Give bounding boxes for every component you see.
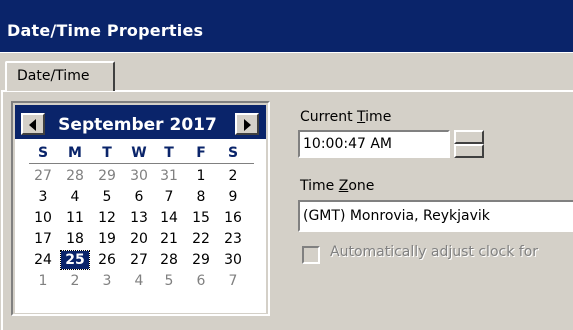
auto-adjust-checkbox[interactable] [302,246,320,264]
calendar-day[interactable]: 28 [155,251,183,269]
calendar-day[interactable]: 6 [125,188,153,206]
calendar-day[interactable]: 19 [93,230,121,248]
calendar-day[interactable]: 30 [219,251,247,269]
calendar-day[interactable]: 18 [61,230,89,248]
calendar-day[interactable]: 26 [93,251,121,269]
time-value: 10:00:47 AM [303,136,392,152]
calendar-day[interactable]: 10 [29,209,57,227]
calendar-day[interactable]: 16 [219,209,247,227]
calendar-day[interactable]: 6 [187,272,215,290]
time-zone-value: (GMT) Monrovia, Reykjavik [303,208,490,224]
month-label: September 2017 [58,115,217,135]
weekday-header: M [68,145,82,161]
tab-date-time[interactable]: Date/Time [5,61,115,91]
calendar-day[interactable]: 3 [93,272,121,290]
calendar-day[interactable]: 1 [29,272,57,290]
time-spin-up-button[interactable] [454,130,484,144]
calendar-day[interactable]: 12 [93,209,121,227]
calendar-day[interactable]: 8 [187,188,215,206]
calendar-day[interactable]: 17 [29,230,57,248]
weekday-header: T [164,145,174,161]
arrow-right-icon [244,119,251,131]
weekday-divider [29,163,254,164]
calendar-day[interactable]: 30 [125,167,153,185]
calendar-day[interactable]: 29 [187,251,215,269]
weekday-header: F [196,145,206,161]
calendar-day[interactable]: 1 [187,167,215,185]
calendar-day[interactable]: 31 [155,167,183,185]
next-month-button[interactable] [235,113,259,135]
time-zone-label: Time Zone [300,178,375,194]
calendar-day[interactable]: 11 [61,209,89,227]
calendar-day[interactable]: 5 [155,272,183,290]
weekday-header: S [37,145,49,161]
auto-adjust-label: Automatically adjust clock for [330,244,539,260]
calendar-day[interactable]: 27 [29,167,57,185]
calendar-day[interactable]: 7 [155,188,183,206]
current-time-label: Current Time [300,109,392,125]
weekday-header: W [131,145,147,161]
month-calendar[interactable]: September 2017 SMTWTFS 27 28 29 30 31 1 2 3 4 5 6 7… [15,105,266,313]
calendar-day[interactable]: 2 [219,167,247,185]
selected-day[interactable]: 25 [60,250,90,270]
calendar-day[interactable]: 15 [187,209,215,227]
calendar-day[interactable]: 13 [125,209,153,227]
calendar-day[interactable]: 4 [125,272,153,290]
calendar-header: September 2017 [15,105,266,139]
time-zone-select[interactable]: (GMT) Monrovia, Reykjavik [298,200,573,232]
calendar-day[interactable]: 21 [155,230,183,248]
title-bar[interactable]: Date/Time Properties [0,0,573,52]
calendar-day[interactable]: 14 [155,209,183,227]
time-spin-down-button[interactable] [454,144,484,158]
calendar-day[interactable]: 28 [61,167,89,185]
dialog-body: Date/Time September 2017 SMTWTFS 27 28 29 3… [0,52,573,330]
calendar-day[interactable]: 7 [219,272,247,290]
calendar-day[interactable]: 23 [219,230,247,248]
weekday-header: T [102,145,112,161]
time-input[interactable]: 10:00:47 AM [298,130,450,158]
window-title: Date/Time Properties [7,21,204,40]
calendar-day[interactable]: 20 [125,230,153,248]
calendar-day[interactable]: 9 [219,188,247,206]
calendar-day[interactable]: 5 [93,188,121,206]
tab-label: Date/Time [17,68,90,84]
calendar-day[interactable]: 2 [61,272,89,290]
calendar-day[interactable]: 29 [93,167,121,185]
weekday-header: S [227,145,239,161]
calendar-day[interactable]: 27 [125,251,153,269]
calendar-day[interactable]: 22 [187,230,215,248]
arrow-left-icon [29,119,36,131]
previous-month-button[interactable] [21,113,45,135]
calendar-day[interactable]: 4 [61,188,89,206]
calendar-day[interactable]: 24 [29,251,57,269]
calendar-day[interactable]: 3 [29,188,57,206]
